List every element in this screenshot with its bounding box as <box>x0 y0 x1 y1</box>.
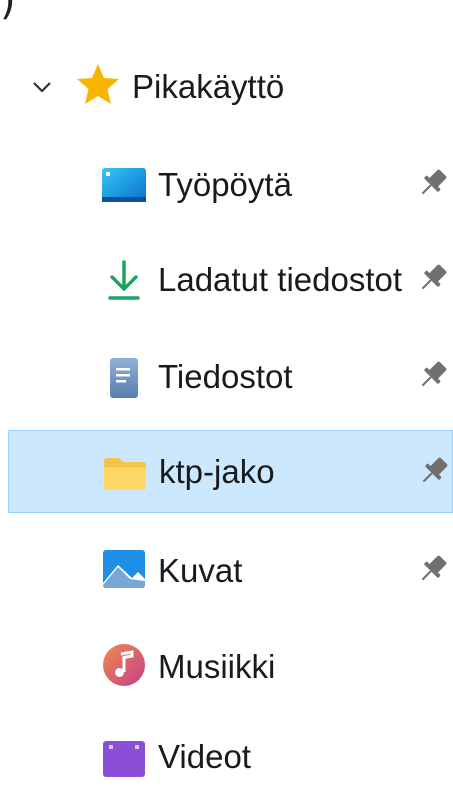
quick-access-header[interactable]: Pikakäyttö <box>8 45 453 125</box>
pin-icon[interactable] <box>413 258 453 298</box>
quick-access-label: Pikakäyttö <box>132 68 285 105</box>
pin-icon[interactable] <box>413 163 453 203</box>
videos-icon <box>103 741 145 777</box>
sidebar-item-music[interactable]: Musiikki <box>8 625 453 705</box>
sidebar-item-label: Kuvat <box>158 552 243 589</box>
pin-icon[interactable] <box>413 355 453 395</box>
sidebar-item-label: Ladatut tiedostot <box>158 261 403 298</box>
sidebar-item-label: Videot <box>158 738 251 775</box>
sidebar-item-downloads[interactable]: Ladatut tiedostot <box>8 238 453 318</box>
sidebar-item-ktp-jako[interactable]: ktp-jako <box>8 430 453 513</box>
sidebar-item-label: ktp-jako <box>159 453 275 490</box>
sidebar-item-label: Musiikki <box>158 648 276 685</box>
sidebar-item-label: Tiedostot <box>158 358 293 395</box>
music-icon <box>103 644 145 686</box>
chevron-down-icon[interactable] <box>30 75 54 99</box>
star-icon <box>77 64 119 104</box>
documents-icon <box>110 358 138 398</box>
folder-icon <box>104 458 146 490</box>
pin-icon[interactable] <box>413 549 453 589</box>
pin-icon[interactable] <box>414 451 453 491</box>
navigation-pane: Pikakäyttö Työpöytä Ladatut tiedostot Ti… <box>0 0 453 777</box>
desktop-icon <box>102 168 146 202</box>
sidebar-item-desktop[interactable]: Työpöytä <box>8 143 453 223</box>
sidebar-item-label: Työpöytä <box>158 166 292 203</box>
download-icon <box>108 260 140 300</box>
sidebar-item-pictures[interactable]: Kuvat <box>8 529 453 609</box>
sidebar-item-documents[interactable]: Tiedostot <box>8 335 453 415</box>
sidebar-item-videos[interactable]: Videot <box>8 715 453 795</box>
pictures-icon <box>103 550 145 588</box>
